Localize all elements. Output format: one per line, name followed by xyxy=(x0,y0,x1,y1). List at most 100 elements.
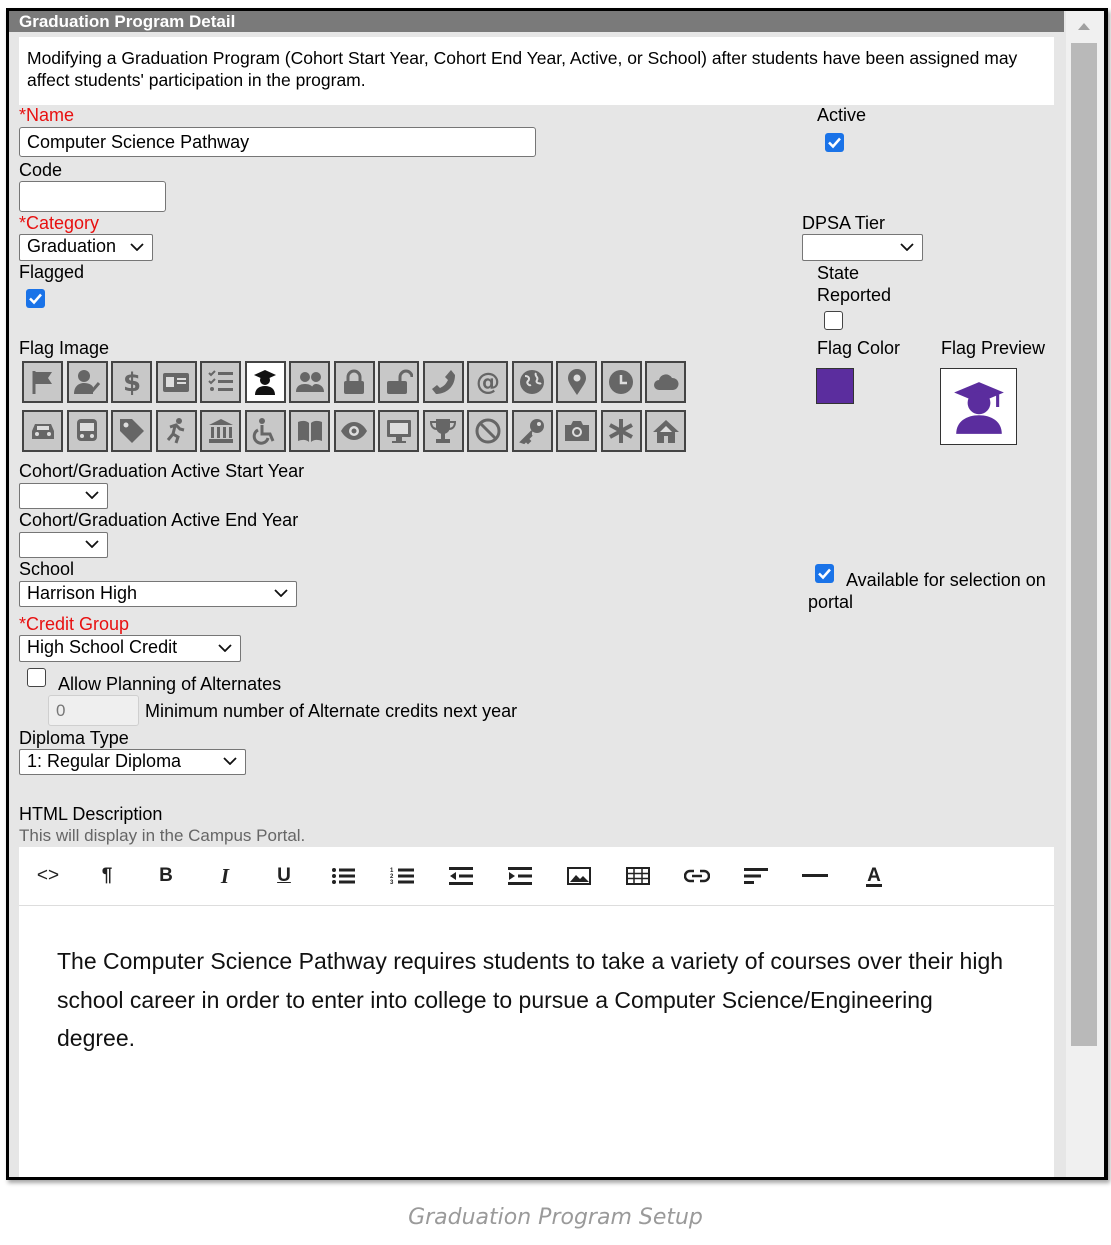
flag-color-fill xyxy=(817,369,853,403)
name-label: *Name xyxy=(19,105,75,125)
flag-image-label: Flag Image xyxy=(19,338,110,358)
key-icon[interactable] xyxy=(511,410,553,452)
portal-availability-checkbox[interactable] xyxy=(815,564,834,583)
indent-button[interactable] xyxy=(505,861,535,891)
link-icon xyxy=(684,869,710,883)
chevron-down-icon xyxy=(274,589,288,597)
tag-icon[interactable] xyxy=(111,410,152,452)
wheelchair-icon[interactable] xyxy=(244,410,286,452)
dpsa-tier-label: DPSA Tier xyxy=(802,213,886,233)
editor-content: The Computer Science Pathway requires st… xyxy=(57,948,1004,1051)
active-checkbox[interactable] xyxy=(825,133,844,152)
category-label: *Category xyxy=(19,213,100,233)
portal-availability-label-cont: portal xyxy=(808,592,854,612)
image-icon xyxy=(567,867,591,885)
flagged-label: Flagged xyxy=(19,262,85,282)
svg-text:3: 3 xyxy=(390,880,394,886)
trophy-icon[interactable] xyxy=(422,410,464,452)
text-color-button[interactable]: A xyxy=(859,861,889,891)
scroll-up-icon[interactable] xyxy=(1077,21,1091,31)
insert-link-button[interactable] xyxy=(682,861,712,891)
outdent-icon xyxy=(449,867,473,885)
numbered-list-button[interactable]: 123 xyxy=(387,861,417,891)
state-reported-checkbox[interactable] xyxy=(824,311,843,330)
credit-group-select[interactable]: High School Credit xyxy=(19,635,241,662)
chevron-down-icon xyxy=(218,643,232,652)
running-icon[interactable] xyxy=(155,410,197,452)
checklist-icon[interactable] xyxy=(200,361,241,403)
code-label: Code xyxy=(19,160,63,180)
html-description-editor[interactable]: The Computer Science Pathway requires st… xyxy=(19,906,1054,1177)
dpsa-tier-select[interactable] xyxy=(802,234,923,261)
graduation-program-detail-panel: Graduation Program Detail Modifying a Gr… xyxy=(6,8,1108,1180)
align-button[interactable] xyxy=(741,861,771,891)
graduate-icon[interactable] xyxy=(244,361,286,403)
table-icon xyxy=(626,867,650,885)
ban-icon[interactable] xyxy=(467,410,508,452)
unlock-icon[interactable] xyxy=(378,361,419,403)
flagged-checkbox[interactable] xyxy=(26,289,45,308)
indent-icon xyxy=(508,867,532,885)
flag-icon-row-2 xyxy=(22,410,702,452)
flag-preview xyxy=(940,368,1017,445)
min-alternate-credits-input[interactable]: 0 xyxy=(48,695,139,726)
flag-preview-label: Flag Preview xyxy=(941,338,1046,358)
active-label: Active xyxy=(817,105,867,125)
diploma-type-select[interactable]: 1: Regular Diploma xyxy=(19,749,246,775)
map-pin-icon[interactable] xyxy=(556,361,597,403)
cloud-icon[interactable] xyxy=(645,361,686,403)
diploma-type-label: Diploma Type xyxy=(19,728,129,748)
cohort-end-select[interactable] xyxy=(19,532,108,558)
bullet-list-icon xyxy=(332,868,355,884)
flag-icon-row-1: $ @ xyxy=(22,361,702,403)
asterisk-icon[interactable] xyxy=(600,410,642,452)
car-icon[interactable] xyxy=(22,410,63,452)
italic-button[interactable]: I xyxy=(210,861,240,891)
school-label: School xyxy=(19,559,75,579)
user-check-icon[interactable] xyxy=(66,361,108,403)
chevron-down-icon xyxy=(130,242,144,251)
flag-color-swatch[interactable] xyxy=(816,368,854,404)
name-input[interactable]: Computer Science Pathway xyxy=(19,127,536,157)
category-select[interactable]: Graduation xyxy=(19,234,153,261)
clock-icon[interactable] xyxy=(600,361,642,403)
cohort-start-label: Cohort/Graduation Active Start Year xyxy=(19,461,305,481)
svg-text:$: $ xyxy=(122,368,140,396)
outdent-button[interactable] xyxy=(446,861,476,891)
min-alternate-credits-label: Minimum number of Alternate credits next… xyxy=(145,701,518,721)
cohort-start-select[interactable] xyxy=(19,483,108,509)
insert-table-button[interactable] xyxy=(623,861,653,891)
horizontal-rule-button[interactable] xyxy=(800,861,830,891)
lock-icon[interactable] xyxy=(333,361,375,403)
allow-alternates-checkbox[interactable] xyxy=(27,668,46,687)
code-view-button[interactable]: <> xyxy=(33,861,63,891)
flag-icon[interactable] xyxy=(22,361,63,403)
users-icon[interactable] xyxy=(289,361,330,403)
camera-icon[interactable] xyxy=(556,410,597,452)
at-icon[interactable]: @ xyxy=(467,361,508,403)
vertical-scrollbar[interactable] xyxy=(1066,11,1104,1177)
bullet-list-button[interactable] xyxy=(328,861,358,891)
panel-title: Graduation Program Detail xyxy=(9,11,1064,32)
home-icon[interactable] xyxy=(645,410,686,452)
scrollbar-thumb[interactable] xyxy=(1071,43,1097,1046)
numbered-list-icon: 123 xyxy=(390,868,414,886)
bold-button[interactable]: B xyxy=(151,861,181,891)
cohort-end-label: Cohort/Graduation Active End Year xyxy=(19,510,299,530)
dollar-icon[interactable]: $ xyxy=(111,361,152,403)
id-card-icon[interactable] xyxy=(155,361,197,403)
bus-icon[interactable] xyxy=(66,410,108,452)
globe-icon[interactable] xyxy=(511,361,553,403)
insert-image-button[interactable] xyxy=(564,861,594,891)
editor-toolbar: <> ¶ B I U 123 A xyxy=(19,847,1054,906)
school-select[interactable]: Harrison High xyxy=(19,581,297,607)
monitor-icon[interactable] xyxy=(378,410,419,452)
book-icon[interactable] xyxy=(289,410,330,452)
eye-icon[interactable] xyxy=(333,410,375,452)
underline-button[interactable]: U xyxy=(269,861,299,891)
phone-icon[interactable] xyxy=(422,361,464,403)
institution-icon[interactable] xyxy=(200,410,241,452)
paragraph-button[interactable]: ¶ xyxy=(92,861,122,891)
chevron-down-icon xyxy=(900,242,914,251)
code-input[interactable] xyxy=(19,181,166,212)
